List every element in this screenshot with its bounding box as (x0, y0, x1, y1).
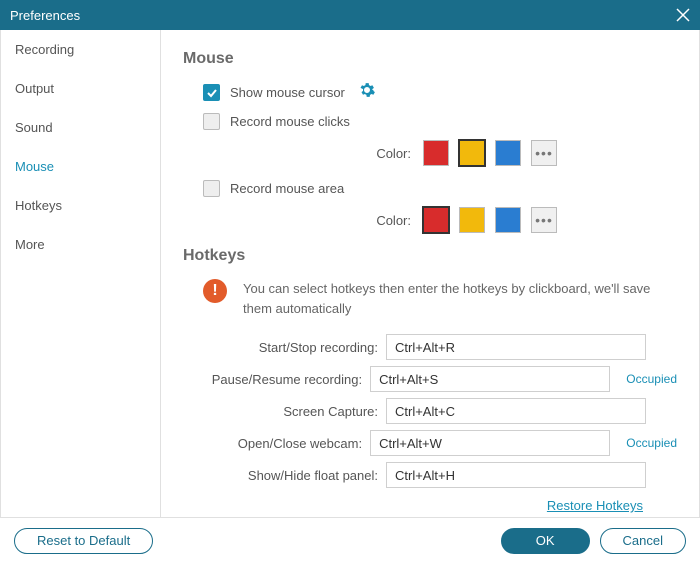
titlebar[interactable]: Preferences (0, 0, 700, 30)
label-screen-capture: Screen Capture: (183, 404, 378, 419)
hotkey-row-pause-resume: Pause/Resume recording: Occupied (183, 366, 677, 392)
sidebar-item-more[interactable]: More (1, 225, 160, 264)
hotkey-row-start-stop: Start/Stop recording: (183, 334, 677, 360)
status-webcam: Occupied (626, 436, 677, 450)
sidebar-item-sound[interactable]: Sound (1, 108, 160, 147)
ok-button[interactable]: OK (501, 528, 590, 554)
info-row: ! You can select hotkeys then enter the … (183, 279, 677, 318)
hotkey-row-webcam: Open/Close webcam: Occupied (183, 430, 677, 456)
sidebar: Recording Output Sound Mouse Hotkeys Mor… (1, 30, 161, 517)
sidebar-item-mouse[interactable]: Mouse (1, 147, 160, 186)
input-screen-capture[interactable] (386, 398, 646, 424)
sidebar-item-output[interactable]: Output (1, 69, 160, 108)
section-title-hotkeys: Hotkeys (183, 247, 677, 265)
body: Recording Output Sound Mouse Hotkeys Mor… (0, 30, 700, 517)
row-show-cursor: Show mouse cursor (183, 82, 677, 103)
hotkey-row-screen-capture: Screen Capture: (183, 398, 677, 424)
window-title: Preferences (10, 8, 80, 23)
hotkey-row-float-panel: Show/Hide float panel: (183, 462, 677, 488)
label-clicks-color: Color: (311, 146, 411, 161)
swatch-area-more[interactable]: ••• (531, 207, 557, 233)
input-start-stop[interactable] (386, 334, 646, 360)
status-pause-resume: Occupied (626, 372, 677, 386)
alert-icon: ! (203, 279, 227, 303)
label-show-cursor: Show mouse cursor (230, 85, 345, 100)
checkbox-record-area[interactable] (203, 180, 220, 197)
cancel-button[interactable]: Cancel (600, 528, 686, 554)
swatch-clicks-2[interactable] (495, 140, 521, 166)
footer-right: OK Cancel (501, 528, 686, 554)
gear-icon[interactable] (359, 82, 375, 103)
content: Mouse Show mouse cursor Record mouse cli… (161, 30, 699, 517)
checkbox-show-cursor[interactable] (203, 84, 220, 101)
label-float-panel: Show/Hide float panel: (183, 468, 378, 483)
swatch-clicks-more[interactable]: ••• (531, 140, 557, 166)
swatch-area-1[interactable] (459, 207, 485, 233)
row-record-area: Record mouse area (183, 180, 677, 197)
color-row-area: Color: ••• (183, 207, 677, 233)
label-record-area: Record mouse area (230, 181, 344, 196)
sidebar-item-recording[interactable]: Recording (1, 30, 160, 69)
info-text: You can select hotkeys then enter the ho… (243, 279, 677, 318)
label-area-color: Color: (311, 213, 411, 228)
input-float-panel[interactable] (386, 462, 646, 488)
reset-default-button[interactable]: Reset to Default (14, 528, 153, 554)
checkbox-record-clicks[interactable] (203, 113, 220, 130)
sidebar-item-hotkeys[interactable]: Hotkeys (1, 186, 160, 225)
input-pause-resume[interactable] (370, 366, 610, 392)
swatch-area-2[interactable] (495, 207, 521, 233)
label-pause-resume: Pause/Resume recording: (183, 372, 362, 387)
label-record-clicks: Record mouse clicks (230, 114, 350, 129)
section-title-mouse: Mouse (183, 50, 677, 68)
swatch-area-0[interactable] (423, 207, 449, 233)
restore-hotkeys-link[interactable]: Restore Hotkeys (183, 498, 677, 513)
footer: Reset to Default OK Cancel (0, 517, 700, 563)
close-icon[interactable] (676, 8, 690, 22)
label-webcam: Open/Close webcam: (183, 436, 362, 451)
swatch-clicks-1[interactable] (459, 140, 485, 166)
swatch-clicks-0[interactable] (423, 140, 449, 166)
color-row-clicks: Color: ••• (183, 140, 677, 166)
row-record-clicks: Record mouse clicks (183, 113, 677, 130)
input-webcam[interactable] (370, 430, 610, 456)
label-start-stop: Start/Stop recording: (183, 340, 378, 355)
